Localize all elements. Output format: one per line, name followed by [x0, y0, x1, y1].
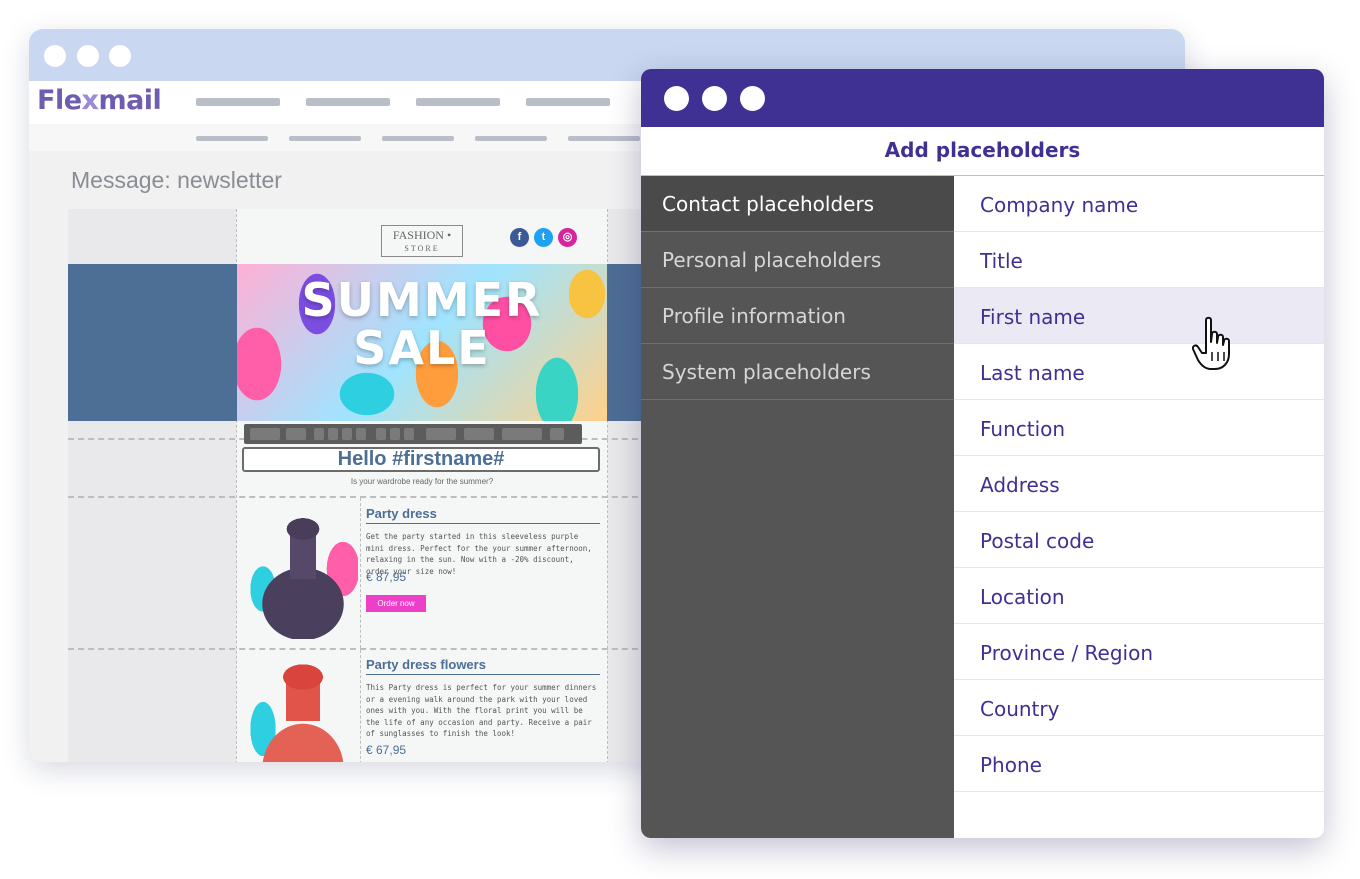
subnav-item[interactable] — [568, 136, 640, 141]
font-size-select[interactable] — [250, 428, 280, 440]
window-control-dot[interactable] — [109, 45, 131, 67]
placeholder-first-name[interactable]: First name — [954, 288, 1324, 344]
dialog-title: Add placeholders — [641, 127, 1324, 176]
order-now-button[interactable]: Order now — [366, 595, 426, 612]
placeholder-person-icon[interactable] — [550, 428, 564, 440]
column-divider — [360, 650, 361, 762]
placeholder-province-region[interactable]: Province / Region — [954, 624, 1324, 680]
placeholder-item-list: Company name Title First name Last name … — [954, 176, 1324, 838]
align-right-icon[interactable] — [404, 428, 414, 440]
placeholder-country[interactable]: Country — [954, 680, 1324, 736]
subnav-item[interactable] — [289, 136, 361, 141]
window-control-dot[interactable] — [740, 86, 765, 111]
italic-icon[interactable] — [328, 428, 338, 440]
bold-icon[interactable] — [314, 428, 324, 440]
dialog-titlebar — [641, 69, 1324, 127]
facebook-icon[interactable]: f — [510, 228, 529, 247]
nav-menu-item[interactable] — [526, 98, 610, 106]
window-control-dot[interactable] — [44, 45, 66, 67]
flexmail-logo[interactable]: Flexmail — [37, 85, 162, 116]
hero-banner[interactable]: SUMMER SALE — [237, 264, 607, 421]
placeholder-phone[interactable]: Phone — [954, 736, 1324, 792]
placeholder-address[interactable]: Address — [954, 456, 1324, 512]
product-title: Party dress flowers — [366, 657, 600, 675]
nav-menu-item[interactable] — [306, 98, 390, 106]
font-color-button[interactable] — [286, 428, 306, 440]
nav-menu-item[interactable] — [416, 98, 500, 106]
greeting-text-block[interactable]: Hello #firstname# — [242, 447, 600, 472]
column-divider — [360, 498, 361, 648]
product-title: Party dress — [366, 506, 600, 524]
category-personal-placeholders[interactable]: Personal placeholders — [641, 232, 954, 288]
placeholder-postal-code[interactable]: Postal code — [954, 512, 1324, 568]
window-control-dot[interactable] — [702, 86, 727, 111]
placeholder-title[interactable]: Title — [954, 232, 1324, 288]
email-canvas: FASHION • STORE f t ◎ SUMMER SALE Hello … — [68, 209, 648, 762]
special-chars-icon[interactable] — [502, 428, 542, 440]
twitter-icon[interactable]: t — [534, 228, 553, 247]
greeting-subheading: Is your wardrobe ready for the summer? — [350, 477, 494, 486]
align-center-icon[interactable] — [390, 428, 400, 440]
product-image[interactable] — [248, 509, 358, 639]
product-price: € 67,95 — [366, 743, 407, 757]
category-contact-placeholders[interactable]: Contact placeholders — [641, 176, 954, 232]
nav-menu-item[interactable] — [196, 98, 280, 106]
category-system-placeholders[interactable]: System placeholders — [641, 344, 954, 400]
subnav-item[interactable] — [382, 136, 454, 141]
placeholder-function[interactable]: Function — [954, 400, 1324, 456]
product-image[interactable] — [248, 659, 358, 762]
brand-logo: FASHION • STORE — [381, 225, 463, 257]
strikethrough-icon[interactable] — [356, 428, 366, 440]
placeholder-last-name[interactable]: Last name — [954, 344, 1324, 400]
hand-pointer-icon — [1192, 316, 1230, 370]
underline-icon[interactable] — [342, 428, 352, 440]
add-placeholders-dialog: Add placeholders Contact placeholders Pe… — [641, 69, 1324, 838]
hero-headline: SUMMER SALE — [301, 273, 543, 375]
page-title: Message: newsletter — [71, 167, 282, 193]
block-divider — [68, 496, 648, 498]
product-price: € 87,95 — [366, 570, 407, 584]
instagram-icon[interactable]: ◎ — [558, 228, 577, 247]
block-divider — [68, 648, 648, 650]
text-editor-toolbar[interactable] — [244, 424, 582, 444]
placeholder-location[interactable]: Location — [954, 568, 1324, 624]
undo-redo-icon[interactable] — [464, 428, 494, 440]
align-left-icon[interactable] — [376, 428, 386, 440]
window-control-dot[interactable] — [77, 45, 99, 67]
window-control-dot[interactable] — [664, 86, 689, 111]
subnav-item[interactable] — [475, 136, 547, 141]
placeholder-category-list: Contact placeholders Personal placeholde… — [641, 176, 954, 838]
category-profile-information[interactable]: Profile information — [641, 288, 954, 344]
product-description: This Party dress is perfect for your sum… — [366, 683, 597, 738]
subnav-item[interactable] — [196, 136, 268, 141]
placeholder-company-name[interactable]: Company name — [954, 176, 1324, 232]
link-icon[interactable] — [426, 428, 456, 440]
